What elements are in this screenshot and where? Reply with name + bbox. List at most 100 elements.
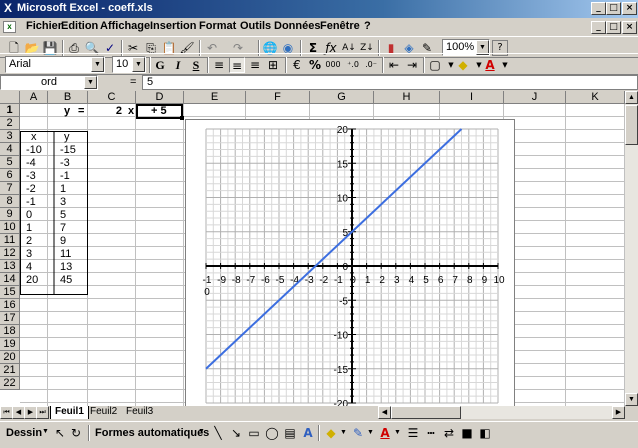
table-cell-y[interactable]: 11 (60, 248, 71, 261)
table-cell-y[interactable]: 3 (60, 196, 66, 209)
chart-area[interactable]: -1 -9 -8 -7 -6 -5 -4 -3 -2 -1 0 1 2 3 4 5 6 7 8 9 10 0 20 15 10 5… (185, 119, 515, 406)
fill-handle[interactable] (180, 116, 184, 120)
line-color-icon[interactable]: ✎ (350, 425, 366, 441)
sheet-tab-feuil3[interactable]: Feuil3 (122, 406, 157, 419)
table-cell-x[interactable]: 4 (26, 261, 32, 274)
menu-donnees[interactable]: Données (274, 20, 320, 32)
table-cell-x[interactable]: 1 (26, 222, 32, 235)
dessin-menu[interactable]: Dessin (6, 427, 42, 439)
rectangle-icon[interactable]: ▭ (246, 425, 262, 441)
chevron-down-icon[interactable]: ▼ (394, 429, 401, 436)
vertical-scrollbar[interactable]: ▲ ▼ (625, 91, 638, 406)
bold-button[interactable]: G (152, 57, 168, 73)
arrow-style-icon[interactable]: ⇄ (441, 425, 457, 441)
text-box-icon[interactable]: ▤ (282, 425, 298, 441)
align-center-icon[interactable]: ≡ (229, 57, 245, 73)
menu-insertion[interactable]: Insertion (150, 20, 196, 32)
scroll-up-icon[interactable]: ▲ (625, 91, 638, 104)
doc-minimize-button[interactable]: _ (591, 21, 606, 34)
cell-c1-x[interactable]: x (128, 105, 134, 118)
doc-restore-button[interactable]: □ (606, 21, 621, 34)
chevron-down-icon[interactable]: ▼ (91, 57, 104, 72)
percent-button[interactable]: % (307, 57, 323, 73)
font-size-select[interactable]: 10 ▼ (112, 56, 146, 73)
arrow-icon[interactable]: ↘ (228, 425, 244, 441)
chevron-down-icon[interactable]: ▼ (367, 429, 374, 436)
3d-icon[interactable]: ◧ (477, 425, 493, 441)
chevron-down-icon[interactable]: ▼ (198, 428, 205, 435)
chevron-down-icon[interactable]: ▼ (42, 428, 49, 435)
cell-b1-eq[interactable]: = (78, 105, 84, 118)
scroll-right-icon[interactable]: ▶ (612, 406, 625, 419)
minimize-button[interactable]: _ (591, 2, 606, 15)
table-cell-x[interactable]: -10 (26, 144, 42, 157)
merge-center-icon[interactable]: ⊞ (265, 57, 281, 73)
line-chart[interactable]: -1 -9 -8 -7 -6 -5 -4 -3 -2 -1 0 1 2 3 4 5 6 7 8 9 1002015105… (186, 120, 516, 406)
sheet-tab-feuil1[interactable]: Feuil1 (50, 406, 89, 419)
active-cell-d1[interactable]: + 5 (136, 104, 184, 120)
name-box[interactable]: ord ▼ (0, 75, 98, 90)
select-objects-icon[interactable]: ↖ (52, 425, 68, 441)
autoshapes-menu[interactable]: Formes automatiques (95, 427, 209, 439)
table-cell-x[interactable]: -3 (26, 170, 36, 183)
table-cell-y[interactable]: -15 (60, 144, 76, 157)
fill-color-icon[interactable]: ◆ (323, 425, 339, 441)
align-left-icon[interactable]: ≡ (211, 57, 227, 73)
horizontal-scrollbar[interactable]: ◀ ▶ (378, 406, 625, 419)
maximize-button[interactable]: □ (606, 2, 621, 15)
increase-indent-icon[interactable]: ⇥ (404, 57, 420, 73)
font-color-icon[interactable]: A (482, 57, 498, 73)
scroll-left-icon[interactable]: ◀ (378, 406, 391, 419)
table-cell-y[interactable]: -3 (60, 157, 70, 170)
table-cell-y[interactable]: 45 (60, 274, 72, 287)
chevron-down-icon[interactable]: ▼ (497, 57, 513, 73)
borders-icon[interactable]: ▢ (427, 57, 443, 73)
formula-input[interactable]: 5 (142, 75, 638, 90)
wordart-icon[interactable]: A (300, 425, 316, 441)
menu-format[interactable]: Format (199, 20, 236, 32)
scroll-thumb[interactable] (625, 105, 638, 145)
table-cell-x[interactable]: 2 (26, 235, 32, 248)
table-cell-x[interactable]: -4 (26, 157, 36, 170)
menu-edition[interactable]: Edition (61, 20, 98, 32)
dash-style-icon[interactable]: ┅ (423, 425, 439, 441)
close-button[interactable]: × (622, 2, 637, 15)
cell-c1[interactable]: 2 (110, 105, 122, 118)
menu-outils[interactable]: Outils (240, 20, 271, 32)
table-cell-x[interactable]: 3 (26, 248, 32, 261)
decrease-decimal-icon[interactable]: .0⁻ (363, 57, 379, 73)
fill-color-icon[interactable]: ◆ (455, 57, 471, 73)
menu-affichage[interactable]: Affichage (100, 20, 150, 32)
table-cell-x[interactable]: 20 (26, 274, 38, 287)
font-select[interactable]: Arial ▼ (5, 56, 105, 73)
last-sheet-icon[interactable]: ⏭ (36, 406, 49, 419)
oval-icon[interactable]: ◯ (264, 425, 280, 441)
workbook-icon[interactable]: x (3, 21, 16, 33)
table-cell-y[interactable]: -1 (60, 170, 70, 183)
font-color-icon[interactable]: A (377, 425, 393, 441)
thousands-button[interactable]: 000 (325, 57, 341, 73)
cell-b1-y[interactable]: y (64, 105, 70, 118)
menu-fenetre[interactable]: Fenêtre (320, 20, 360, 32)
table-cell-x[interactable]: -1 (26, 196, 36, 209)
chevron-down-icon[interactable]: ▼ (340, 429, 347, 436)
table-cell-y[interactable]: 5 (60, 209, 66, 222)
shadow-icon[interactable]: ■ (459, 425, 475, 441)
currency-icon[interactable]: € (289, 57, 305, 73)
underline-button[interactable]: S (188, 57, 204, 73)
line-style-icon[interactable]: ☰ (405, 425, 421, 441)
italic-button[interactable]: I (170, 57, 186, 73)
chevron-down-icon[interactable]: ▼ (84, 76, 97, 89)
worksheet-grid[interactable]: ABCDEFGHIJK 1 2 3 4 5 6 7 8 9 10 11 12 13 14 15 16 17 18 1… (0, 91, 625, 406)
table-cell-y[interactable]: 1 (60, 183, 66, 196)
scroll-down-icon[interactable]: ▼ (625, 393, 638, 406)
menu-help[interactable]: ? (364, 20, 371, 32)
table-cell-x[interactable]: -2 (26, 183, 36, 196)
chevron-down-icon[interactable]: ▼ (132, 57, 145, 72)
increase-decimal-icon[interactable]: ⁺.0 (345, 57, 361, 73)
table-cell-y[interactable]: 13 (60, 261, 72, 274)
hscroll-thumb[interactable] (391, 406, 461, 419)
table-cell-x[interactable]: 0 (26, 209, 32, 222)
table-cell-y[interactable]: 9 (60, 235, 66, 248)
table-header-x[interactable]: x (31, 131, 37, 144)
